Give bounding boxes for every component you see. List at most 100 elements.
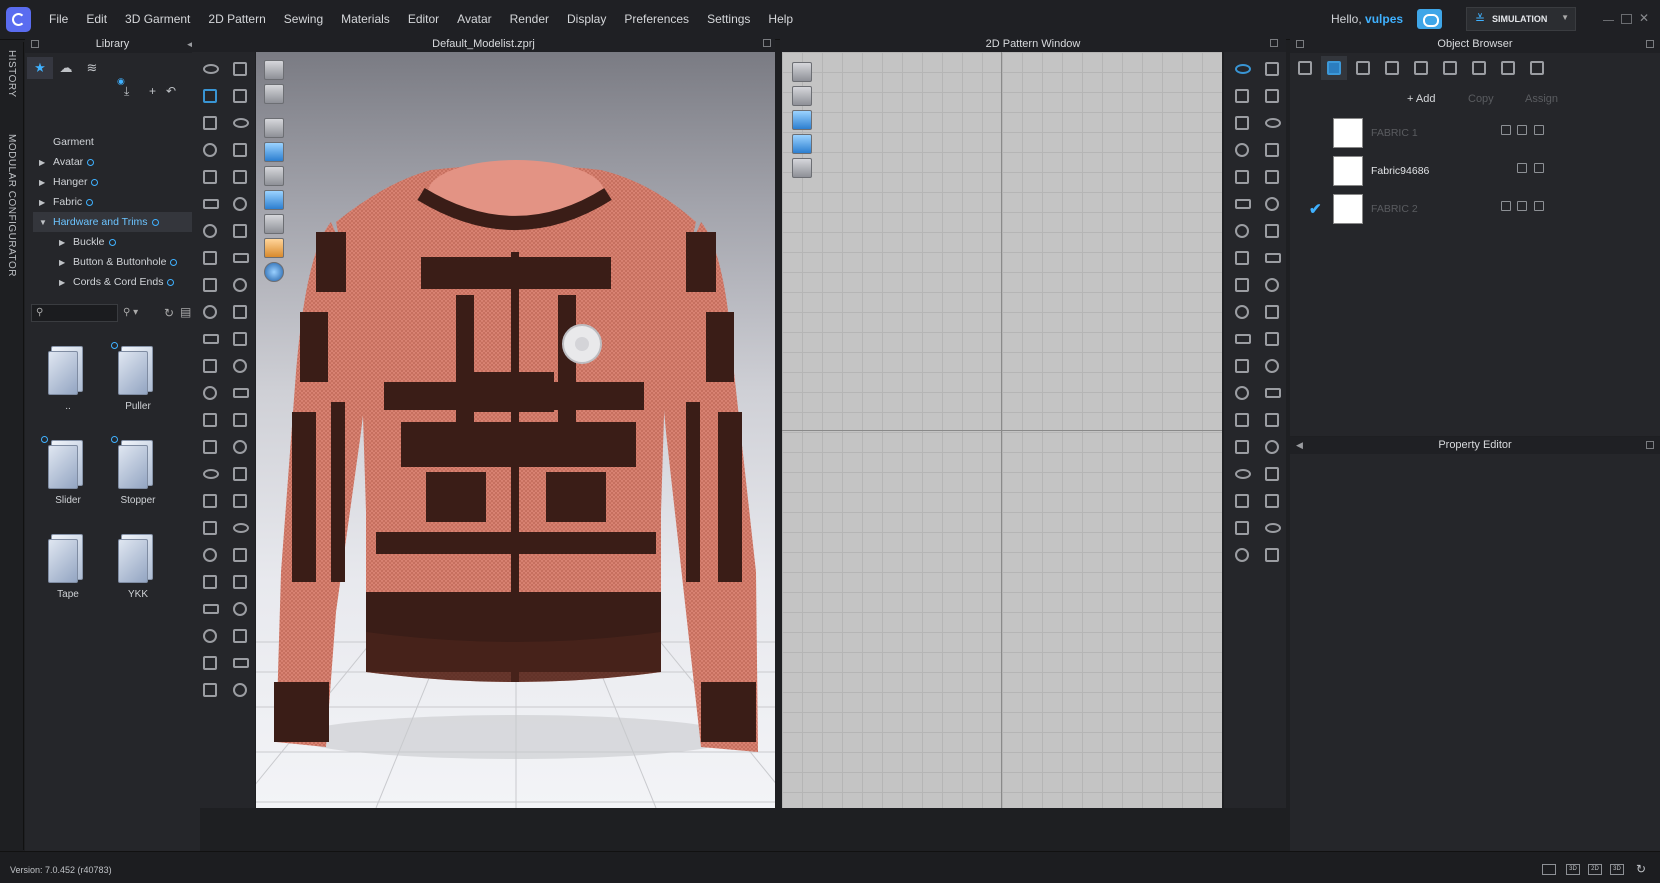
tree-item[interactable]: ▶ Fabric	[33, 192, 203, 212]
pattern-tool-11-icon[interactable]	[1232, 195, 1252, 213]
pattern-tool-19-icon[interactable]	[1232, 303, 1252, 321]
pattern-tool-4-icon[interactable]	[1262, 87, 1282, 105]
pattern-tool-10-icon[interactable]	[1262, 168, 1282, 186]
close-icon[interactable]: ✕	[1639, 11, 1650, 25]
fabric-name[interactable]: Fabric94686	[1371, 165, 1429, 177]
trim-tab-icon[interactable]	[1524, 56, 1550, 80]
pattern-tool-17-icon[interactable]	[1232, 276, 1252, 294]
pattern-tool-9-icon[interactable]	[1232, 168, 1252, 186]
garment-tool-33-icon[interactable]	[200, 492, 220, 510]
view-3d-2d-icon[interactable]: 3D	[1566, 864, 1580, 875]
minimize-icon[interactable]	[1603, 20, 1614, 22]
pattern-tool-14-icon[interactable]	[1262, 222, 1282, 240]
garment-tool-46-icon[interactable]	[230, 654, 250, 672]
graphic-tab-icon[interactable]	[1350, 56, 1376, 80]
back-icon[interactable]: ↶	[166, 84, 176, 98]
garment-tool-16-icon[interactable]	[230, 249, 250, 267]
expanded-arrow-icon[interactable]: ▼	[39, 213, 53, 233]
duplicate-icon[interactable]	[1517, 163, 1527, 173]
tree-item[interactable]: ▼ Hardware and Trims	[33, 212, 203, 232]
library-item[interactable]: Tape	[33, 524, 103, 614]
delete-icon[interactable]	[1534, 201, 1544, 211]
pattern-fabric-icon[interactable]	[792, 134, 812, 154]
pattern-garment-icon[interactable]	[792, 86, 812, 106]
menu-sewing[interactable]: Sewing	[275, 12, 332, 26]
buttonhole-tab-icon[interactable]	[1408, 56, 1434, 80]
garment-tool-4-icon[interactable]	[230, 87, 250, 105]
pattern-tool-7-icon[interactable]	[1232, 141, 1252, 159]
garment-tool-23-icon[interactable]	[200, 357, 220, 375]
tab-modular-configurator[interactable]: MODULAR CONFIGURATOR	[6, 134, 17, 277]
viewport-3d[interactable]	[256, 52, 775, 808]
collapsed-arrow-icon[interactable]: ▶	[39, 193, 53, 213]
download-icon[interactable]: ⤓	[124, 84, 129, 99]
fabric-swatch[interactable]	[1333, 156, 1363, 186]
garment-tool-1-icon[interactable]	[200, 60, 220, 78]
float-icon[interactable]	[1646, 40, 1654, 48]
garment-tool-44-icon[interactable]	[230, 627, 250, 645]
topstitch-tab-icon[interactable]	[1437, 56, 1463, 80]
pattern-tool-23-icon[interactable]	[1232, 357, 1252, 375]
garment-tool-45-icon[interactable]	[200, 654, 220, 672]
display-render-icon[interactable]	[264, 118, 284, 138]
view-2d-icon[interactable]: 2D	[1588, 864, 1602, 875]
garment-tool-39-icon[interactable]	[200, 573, 220, 591]
cloud-library-icon[interactable]: ☁	[53, 57, 79, 79]
garment-tool-37-icon[interactable]	[200, 546, 220, 564]
garment-tool-34-icon[interactable]	[230, 492, 250, 510]
garment-tool-12-icon[interactable]	[230, 195, 250, 213]
library-item[interactable]: ..	[33, 336, 103, 426]
pattern-tool-13-icon[interactable]	[1232, 222, 1252, 240]
library-item[interactable]: Puller	[103, 336, 173, 426]
delete-icon[interactable]	[1534, 125, 1544, 135]
garment-tool-21-icon[interactable]	[200, 330, 220, 348]
garment-tool-30-icon[interactable]	[230, 438, 250, 456]
float-icon[interactable]	[1646, 441, 1654, 449]
fabric-name[interactable]: FABRIC 1	[1371, 127, 1418, 139]
pattern-tool-5-icon[interactable]	[1232, 114, 1252, 132]
pattern-tool-25-icon[interactable]	[1232, 384, 1252, 402]
menu-edit[interactable]: Edit	[77, 12, 116, 26]
pattern-tool-31-icon[interactable]	[1232, 465, 1252, 483]
favorites-star-icon[interactable]: ★	[27, 57, 53, 79]
pattern-tool-34-icon[interactable]	[1262, 492, 1282, 510]
garment-tool-29-icon[interactable]	[200, 438, 220, 456]
display-skin-icon[interactable]	[264, 238, 284, 258]
garment-tool-15-icon[interactable]	[200, 249, 220, 267]
garment-tool-40-icon[interactable]	[230, 573, 250, 591]
fabric-row[interactable]: Fabric94686	[1290, 152, 1660, 190]
vendor-library-icon[interactable]: ≋	[79, 57, 105, 79]
refresh-icon[interactable]: ↻	[164, 306, 174, 320]
garment-tool-8-icon[interactable]	[230, 141, 250, 159]
pattern-shirt-icon[interactable]	[792, 158, 812, 178]
tree-item[interactable]: Garment	[33, 132, 203, 152]
garment-tool-28-icon[interactable]	[230, 411, 250, 429]
collapsed-arrow-icon[interactable]: ▶	[39, 173, 53, 193]
fabric-name[interactable]: FABRIC 2	[1371, 203, 1418, 215]
garment-tool-20-icon[interactable]	[230, 303, 250, 321]
list-icon[interactable]	[1292, 56, 1318, 80]
library-item[interactable]: Stopper	[103, 430, 173, 520]
pattern-tool-2-icon[interactable]	[1262, 60, 1282, 78]
pattern-tool-21-icon[interactable]	[1232, 330, 1252, 348]
menu-render[interactable]: Render	[501, 12, 558, 26]
tree-item[interactable]: ▶ Cords & Cord Ends	[33, 272, 203, 292]
display-garment-icon[interactable]	[264, 84, 284, 104]
menu-materials[interactable]: Materials	[332, 12, 399, 26]
display-environment-icon[interactable]	[264, 262, 284, 282]
menu-display[interactable]: Display	[558, 12, 615, 26]
tree-item[interactable]: ▶ Avatar	[33, 152, 203, 172]
refresh-icon[interactable]: ↻	[1634, 863, 1648, 875]
collapsed-arrow-icon[interactable]: ▶	[59, 253, 73, 273]
pattern-tool-20-icon[interactable]	[1262, 303, 1282, 321]
garment-tool-25-icon[interactable]	[200, 384, 220, 402]
pattern-tool-33-icon[interactable]	[1232, 492, 1252, 510]
expand-icon[interactable]	[1270, 39, 1278, 47]
pattern-tool-36-icon[interactable]	[1262, 519, 1282, 537]
menu-file[interactable]: File	[40, 12, 77, 26]
fabric-swatch[interactable]	[1333, 118, 1363, 148]
garment-tool-5-icon[interactable]	[200, 114, 220, 132]
zipper-tab-icon[interactable]	[1466, 56, 1492, 80]
garment-tool-6-icon[interactable]	[230, 114, 250, 132]
garment-tool-24-icon[interactable]	[230, 357, 250, 375]
